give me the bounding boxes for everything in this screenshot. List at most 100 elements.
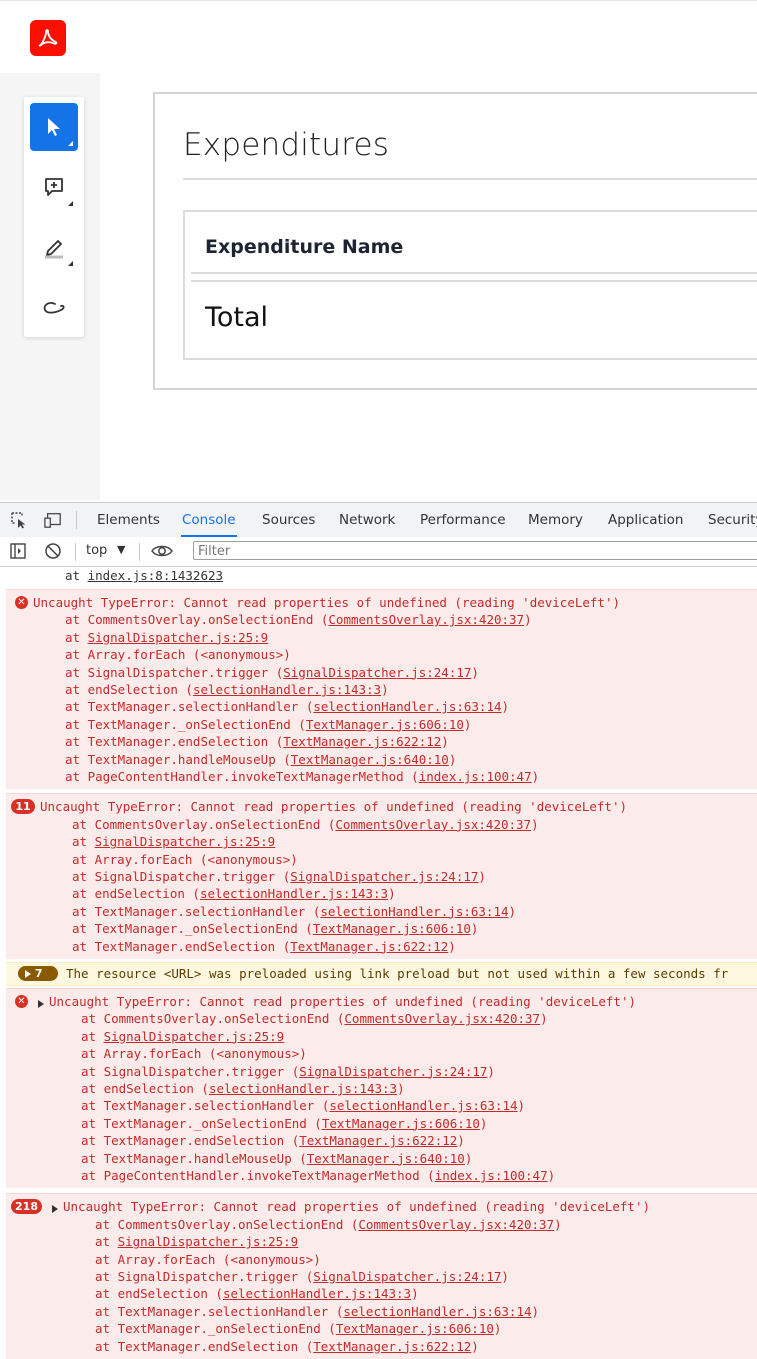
select-tool-button[interactable]	[30, 103, 78, 151]
stack-frame-line: at endSelection (selectionHandler.js:143…	[65, 682, 389, 697]
source-link[interactable]: SignalDispatcher.js:24:17	[283, 665, 471, 680]
table-header-divider	[191, 272, 757, 274]
source-link[interactable]: selectionHandler.js:63:14	[343, 1304, 531, 1319]
stack-frame-line: at SignalDispatcher.trigger (SignalDispa…	[81, 1063, 495, 1079]
source-link[interactable]: selectionHandler.js:143:3	[193, 682, 381, 697]
tab-sources[interactable]: Sources	[261, 503, 316, 537]
expand-triangle-icon[interactable]	[52, 1199, 58, 1216]
stack-frame-line: at SignalDispatcher.trigger (SignalDispa…	[72, 869, 486, 884]
expand-triangle-icon[interactable]	[38, 994, 44, 1011]
error-message-text[interactable]: Uncaught TypeError: Cannot read properti…	[63, 1198, 650, 1215]
source-link[interactable]: selectionHandler.js:143:3	[209, 1081, 397, 1096]
stack-frame-line: at TextManager.endSelection (TextManager…	[72, 938, 456, 954]
source-link[interactable]: TextManager.js:606:10	[313, 921, 471, 936]
stack-frame-line: at CommentsOverlay.onSelectionEnd (Comme…	[81, 1011, 548, 1027]
execution-context-select[interactable]: top	[86, 543, 107, 558]
acrobat-logo-icon[interactable]	[30, 20, 66, 56]
draw-tool-button[interactable]	[30, 283, 78, 331]
tab-application[interactable]: Application	[607, 503, 684, 537]
table-header-expenditure-name: Expenditure Name	[205, 236, 404, 258]
console-toolbar: top ▼ Filter	[0, 537, 757, 567]
source-link[interactable]: TextManager.js:606:10	[322, 1116, 480, 1131]
error-message-text[interactable]: Uncaught TypeError: Cannot read properti…	[40, 798, 627, 815]
stack-frame-line: at Array.forEach (<anonymous>)	[81, 1046, 307, 1062]
console-warning-message: 7 The resource <URL> was preloaded using …	[6, 962, 757, 986]
source-link[interactable]: TextManager.js:622:12	[283, 734, 441, 749]
source-link[interactable]: CommentsOverlay.jsx:420:37	[328, 612, 524, 627]
app-header	[0, 0, 757, 74]
device-toolbar-icon[interactable]	[44, 511, 62, 529]
source-link[interactable]: TextManager.js:622:12	[313, 1339, 471, 1354]
annotation-toolbar	[24, 97, 84, 337]
source-link[interactable]: SignalDispatcher.js:25:9	[104, 1029, 285, 1044]
cursor-arrow-icon	[48, 118, 60, 136]
stack-frame-line: at CommentsOverlay.onSelectionEnd (Comme…	[72, 816, 539, 832]
clear-console-icon[interactable]	[44, 542, 62, 560]
stack-frame-line: at SignalDispatcher.js:25:9	[65, 629, 269, 645]
console-filter-input[interactable]: Filter	[193, 541, 757, 560]
source-link[interactable]: TextManager.js:640:10	[307, 1151, 465, 1166]
page-title: Expenditures	[183, 127, 390, 163]
stack-frame-line: at TextManager.endSelection (TextManager…	[81, 1133, 465, 1149]
tab-console[interactable]: Console	[181, 503, 237, 537]
live-expression-eye-icon[interactable]	[151, 542, 173, 560]
source-link[interactable]: CommentsOverlay.jsx:420:37	[335, 817, 531, 832]
source-link[interactable]: index.js:8:1432623	[88, 568, 223, 583]
source-link[interactable]: TextManager.js:640:10	[291, 752, 449, 767]
source-link[interactable]: SignalDispatcher.js:24:17	[299, 1064, 487, 1079]
stack-frame-line: at Array.forEach (<anonymous>)	[72, 851, 298, 867]
stack-frame-line: at PageContentHandler.invokeTextManagerM…	[81, 1168, 556, 1183]
source-link[interactable]: CommentsOverlay.jsx:420:37	[358, 1217, 554, 1232]
table-header-divider-2	[191, 280, 757, 282]
source-link[interactable]: TextManager.js:622:12	[290, 939, 448, 954]
error-icon: ✕	[15, 596, 28, 609]
stack-frame-line: at SignalDispatcher.js:25:9	[95, 1234, 299, 1250]
source-link[interactable]: CommentsOverlay.jsx:420:37	[344, 1011, 540, 1026]
source-link[interactable]: SignalDispatcher.js:24:17	[290, 869, 478, 884]
stack-frame-line: at TextManager.selectionHandler (selecti…	[65, 699, 510, 715]
source-link[interactable]: index.js:100:47	[419, 769, 532, 784]
stack-frame-line: at SignalDispatcher.js:25:9	[72, 834, 276, 850]
stack-frame-line: at endSelection (selectionHandler.js:143…	[95, 1286, 419, 1302]
source-link[interactable]: TextManager.js:606:10	[306, 717, 464, 732]
console-output: at index.js:8:1432623 ✕ Uncaught TypeErro…	[0, 567, 757, 1359]
source-link[interactable]: selectionHandler.js:143:3	[223, 1286, 411, 1301]
tab-elements[interactable]: Elements	[96, 503, 161, 537]
tab-security[interactable]: Security	[707, 503, 757, 537]
stack-frame-line: at Array.forEach (<anonymous>)	[95, 1251, 321, 1267]
source-link[interactable]: SignalDispatcher.js:25:9	[95, 834, 276, 849]
tab-performance[interactable]: Performance	[419, 503, 507, 537]
highlighter-pen-icon	[45, 240, 63, 259]
error-count-badge: 218	[11, 1199, 42, 1215]
stack-frame-line: at TextManager._onSelectionEnd (TextMana…	[95, 1321, 502, 1337]
error-message-text[interactable]: Uncaught TypeError: Cannot read properti…	[49, 993, 636, 1010]
highlight-tool-button[interactable]	[30, 223, 78, 271]
source-link[interactable]: TextManager.js:622:12	[299, 1133, 457, 1148]
table-cell-total: Total	[205, 302, 269, 333]
source-link[interactable]: SignalDispatcher.js:24:17	[313, 1269, 501, 1284]
toolbar-separator	[75, 543, 76, 561]
error-message-text[interactable]: Uncaught TypeError: Cannot read properti…	[33, 594, 620, 611]
warning-message-text[interactable]: The resource <URL> was preloaded using l…	[66, 965, 728, 982]
inspect-element-icon[interactable]	[10, 511, 28, 529]
source-link[interactable]: TextManager.js:606:10	[336, 1321, 494, 1336]
source-link[interactable]: SignalDispatcher.js:25:9	[88, 630, 269, 645]
source-link[interactable]: SignalDispatcher.js:25:9	[118, 1234, 299, 1249]
stack-frame-line: at Array.forEach (<anonymous>)	[65, 647, 291, 663]
chevron-down-icon[interactable]: ▼	[117, 543, 125, 556]
stack-frame-line: at TextManager.selectionHandler (selecti…	[72, 903, 517, 919]
add-comment-tool-button[interactable]	[30, 163, 78, 211]
stack-prefix: at	[65, 568, 88, 583]
show-sidebar-icon[interactable]	[9, 542, 27, 560]
source-link[interactable]: selectionHandler.js:63:14	[320, 904, 508, 919]
source-link[interactable]: selectionHandler.js:63:14	[329, 1098, 517, 1113]
tab-network[interactable]: Network	[338, 503, 396, 537]
warning-count: 7	[34, 967, 43, 980]
warning-count-badge[interactable]: 7	[18, 966, 58, 981]
source-link[interactable]: index.js:100:47	[435, 1168, 548, 1183]
source-link[interactable]: selectionHandler.js:143:3	[200, 886, 388, 901]
error-icon: ✕	[15, 995, 28, 1008]
stack-frame-line: at TextManager.selectionHandler (selecti…	[81, 1098, 526, 1114]
source-link[interactable]: selectionHandler.js:63:14	[313, 699, 501, 714]
tab-memory[interactable]: Memory	[527, 503, 584, 537]
